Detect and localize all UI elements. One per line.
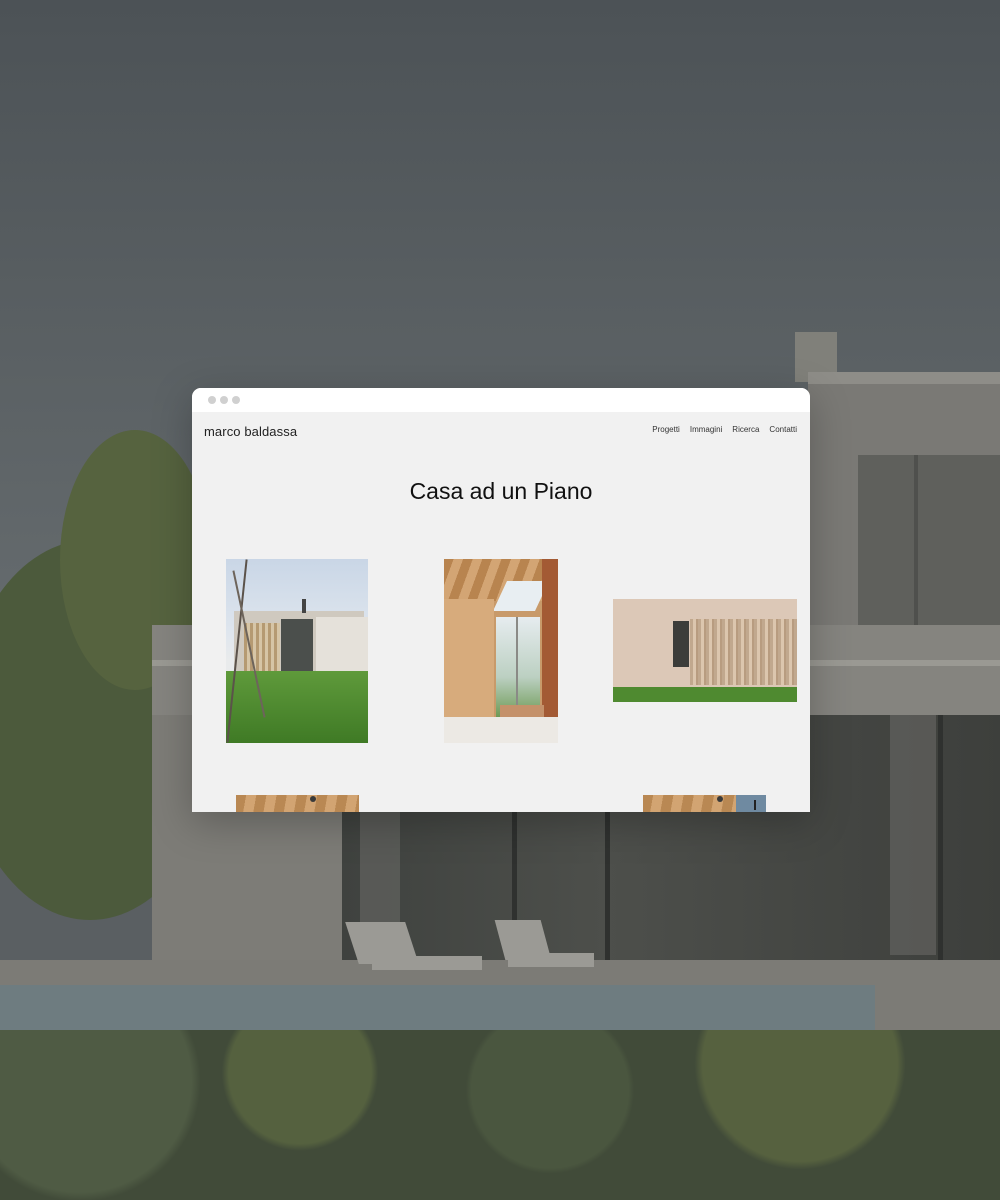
lounger-base xyxy=(508,953,594,967)
hedge xyxy=(0,1030,1000,1200)
window-dot-icon[interactable] xyxy=(208,396,216,404)
window-dot-icon[interactable] xyxy=(220,396,228,404)
facade-slats-photo[interactable] xyxy=(613,599,797,702)
house-exterior-photo[interactable] xyxy=(226,559,368,743)
page-title: Casa ad un Piano xyxy=(409,478,593,504)
upper-roof xyxy=(808,372,1000,384)
window-dot-icon[interactable] xyxy=(232,396,240,404)
pool xyxy=(0,985,875,1030)
nav-contatti[interactable]: Contatti xyxy=(769,425,797,434)
interior-ceiling-window-photo[interactable] xyxy=(643,795,766,812)
main-nav: Progetti Immagini Ricerca Contatti xyxy=(652,425,797,434)
browser-titlebar xyxy=(192,388,810,412)
nav-ricerca[interactable]: Ricerca xyxy=(732,425,759,434)
browser-window: marco baldassa Progetti Immagini Ricerca… xyxy=(192,388,810,812)
interior-ceiling-photo[interactable] xyxy=(236,795,359,812)
timber-interior-photo[interactable] xyxy=(444,559,558,743)
upper-window xyxy=(858,455,1000,625)
lounger-base xyxy=(372,956,482,970)
nav-progetti[interactable]: Progetti xyxy=(652,425,680,434)
nav-immagini[interactable]: Immagini xyxy=(690,425,722,434)
curtain xyxy=(890,715,936,955)
site-header: marco baldassa Progetti Immagini Ricerca… xyxy=(192,412,810,450)
mullion xyxy=(938,715,943,970)
site-logo[interactable]: marco baldassa xyxy=(204,424,297,439)
